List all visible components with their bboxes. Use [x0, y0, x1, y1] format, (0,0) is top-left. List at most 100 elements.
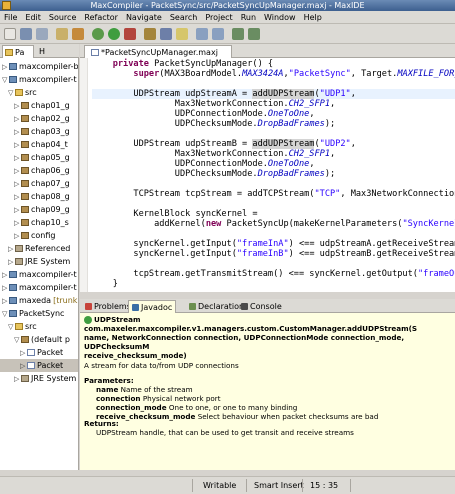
- code-token: Max3NetworkConnection.: [92, 99, 289, 109]
- code-token: , Target.: [350, 69, 398, 79]
- run-icon[interactable]: [108, 28, 120, 40]
- code-token: "PacketSync": [288, 69, 351, 79]
- code-token: ,: [309, 109, 315, 119]
- menu-file[interactable]: File: [0, 11, 21, 24]
- menu-run[interactable]: Run: [237, 11, 260, 24]
- code-token: Max3NetworkConnection.: [92, 149, 289, 159]
- tree-item[interactable]: ▷ maxeda [trunk: [0, 294, 78, 307]
- javadoc-param: connection_mode One to one, or one to ma…: [96, 403, 297, 412]
- tree-item[interactable]: ▽ maxcompiler-t: [0, 73, 78, 86]
- tree-item[interactable]: ▷ maxcompiler-b: [0, 60, 78, 73]
- tree-item[interactable]: ▷ config: [0, 229, 78, 242]
- tab-hierarchy[interactable]: H: [37, 45, 55, 58]
- save-all-icon[interactable]: [36, 28, 48, 40]
- tree-item[interactable]: ▷ maxcompiler-t: [0, 281, 78, 294]
- forward-icon[interactable]: [248, 28, 260, 40]
- tree-item[interactable]: ▷ chap01_g: [0, 99, 78, 112]
- search-icon[interactable]: [176, 28, 188, 40]
- tree-item[interactable]: ▽ src: [0, 320, 78, 333]
- tab-label: Javadoc: [141, 303, 173, 312]
- tree-item[interactable]: ▽ (default p: [0, 333, 78, 346]
- tab-javadoc[interactable]: Javadoc: [128, 300, 177, 313]
- tree-item[interactable]: ▷ chap03_g: [0, 125, 78, 138]
- code-line: UDPChecksumMode.DropBadFrames);: [92, 169, 335, 179]
- tree-item-label: chap05_g: [31, 153, 70, 162]
- back-icon[interactable]: [232, 28, 244, 40]
- tree-item[interactable]: ▷ chap09_g: [0, 203, 78, 216]
- tree-item[interactable]: ▷ Packet: [0, 359, 78, 372]
- tree-item-label: Packet: [37, 361, 64, 370]
- tree-item[interactable]: ▷ chap08_g: [0, 190, 78, 203]
- panel-splitter[interactable]: [80, 292, 455, 299]
- code-token: UDPConnectionMode.: [92, 109, 268, 119]
- new-icon[interactable]: [4, 28, 16, 40]
- tab-problems[interactable]: Problems: [82, 300, 134, 313]
- code-line: UDPConnectionMode.OneToOne,: [92, 159, 315, 169]
- menu-project[interactable]: Project: [201, 11, 236, 24]
- collapsed-arrow-icon[interactable]: ▷: [14, 373, 21, 386]
- menu-window[interactable]: Window: [260, 11, 300, 24]
- external-tools-icon[interactable]: [124, 28, 136, 40]
- package-explorer-tabs: Pa H: [0, 44, 79, 58]
- tab-packet-sync-up-manager[interactable]: *PacketSyncUpManager.maxj: [84, 45, 232, 58]
- open-task-icon[interactable]: [160, 28, 172, 40]
- menu-edit[interactable]: Edit: [21, 11, 45, 24]
- package-explorer-tree: ▷ maxcompiler-b ▽ maxcompiler-t ▽ src ▷ chap01_…: [0, 58, 79, 470]
- debug-icon[interactable]: [92, 28, 104, 40]
- build-icon[interactable]: [56, 28, 68, 40]
- menu-navigate[interactable]: Navigate: [122, 11, 166, 24]
- tab-console[interactable]: Console: [238, 300, 285, 313]
- code-token: "frameOu: [417, 269, 455, 279]
- code-area[interactable]: private PacketSyncUpManager() { super(MA…: [92, 58, 455, 292]
- code-token: "TCP": [314, 189, 341, 199]
- tree-item[interactable]: ▷ chap04_t: [0, 138, 78, 151]
- code-token: ,: [330, 149, 336, 159]
- menu-search[interactable]: Search: [166, 11, 201, 24]
- tab-package-explorer[interactable]: Pa: [2, 45, 34, 58]
- code-token: ,: [330, 99, 336, 109]
- package-icon: [21, 336, 29, 343]
- tree-item[interactable]: ▷ maxcompiler-t: [0, 268, 78, 281]
- tree-item[interactable]: ▷ chap10_s: [0, 216, 78, 229]
- tree-item[interactable]: ▽ PacketSync: [0, 307, 78, 320]
- tree-item[interactable]: ▷ Referenced: [0, 242, 78, 255]
- package-icon: [21, 141, 29, 148]
- annotation-prev-icon[interactable]: [212, 28, 224, 40]
- code-token: addKernel(: [92, 219, 206, 229]
- problems-icon: [85, 303, 92, 310]
- javadoc-params-heading: Parameters:: [84, 376, 134, 385]
- code-editor[interactable]: private PacketSyncUpManager() { super(MA…: [80, 58, 455, 292]
- project-icon: [9, 63, 17, 70]
- tree-item[interactable]: ▷ chap02_g: [0, 112, 78, 125]
- code-token: "UDP2": [319, 139, 351, 149]
- tree-item[interactable]: ▷ chap07_g: [0, 177, 78, 190]
- tree-item[interactable]: ▷ JRE System: [0, 372, 78, 386]
- maxeler-icon[interactable]: [72, 28, 84, 40]
- code-token: ,: [350, 139, 356, 149]
- menu-help[interactable]: Help: [300, 11, 326, 24]
- tree-item[interactable]: ▷ JRE System: [0, 255, 78, 268]
- tree-item-label: chap01_g: [31, 101, 70, 110]
- status-cursor-position: 15 : 35: [310, 481, 339, 490]
- code-token: PacketSyncUp(makeKernelParameters(: [221, 219, 403, 229]
- code-token: "UDP1": [319, 89, 351, 99]
- code-token: );: [324, 119, 336, 129]
- tree-item[interactable]: ▽ src: [0, 86, 78, 99]
- param-description: One to one, or one to many binding: [168, 403, 298, 412]
- tree-item[interactable]: ▷ chap06_g: [0, 164, 78, 177]
- bottom-panel-tabs: Problems Javadoc Declaration Console: [80, 299, 455, 313]
- code-token: CH2_SFP1: [288, 99, 331, 109]
- annotation-next-icon[interactable]: [196, 28, 208, 40]
- menu-source[interactable]: Source: [45, 11, 80, 24]
- open-type-icon[interactable]: [144, 28, 156, 40]
- project-icon: [9, 76, 17, 83]
- javadoc-param: receive_checksum_mode Select behaviour w…: [96, 412, 378, 421]
- param-name: name: [96, 385, 119, 394]
- tree-item[interactable]: ▷ chap05_g: [0, 151, 78, 164]
- save-icon[interactable]: [20, 28, 32, 40]
- javadoc-panel: UDPStream com.maxeler.maxcompiler.v1.man…: [80, 313, 455, 470]
- tree-item[interactable]: ▷ Packet: [0, 346, 78, 359]
- menu-refactor[interactable]: Refactor: [80, 11, 122, 24]
- code-token: addUDPStream: [252, 139, 315, 149]
